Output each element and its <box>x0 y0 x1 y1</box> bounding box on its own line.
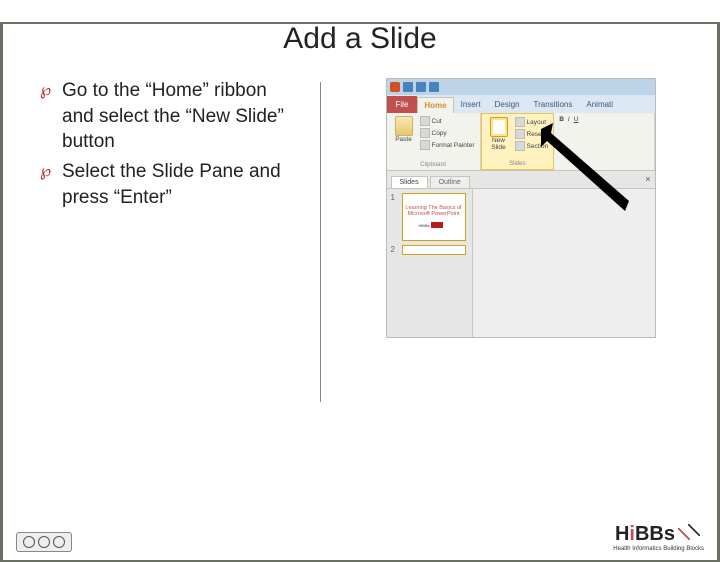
hibbs-tagline: Health Informatics Building Blocks <box>613 546 704 552</box>
thumb-number: 2 <box>391 245 399 255</box>
tab-insert[interactable]: Insert <box>454 96 488 113</box>
thumb-number: 1 <box>391 193 399 241</box>
paste-button[interactable]: Paste <box>392 116 416 144</box>
paste-label: Paste <box>395 137 412 144</box>
powerpoint-screenshot: File Home Insert Design Transitions Anim… <box>386 78 656 338</box>
group-clipboard: Paste Cut Copy Format Painter Clipboard <box>387 113 481 170</box>
copy-button[interactable]: Copy <box>420 128 475 138</box>
new-slide-button[interactable]: New Slide <box>487 117 511 151</box>
tab-home[interactable]: Home <box>417 97 453 113</box>
clipboard-group-label: Clipboard <box>392 162 475 168</box>
cc-license-badge <box>16 532 72 552</box>
new-slide-label: New Slide <box>491 138 505 151</box>
cut-button[interactable]: Cut <box>420 116 475 126</box>
italic-button[interactable]: I <box>568 116 570 123</box>
slide-thumb-2[interactable] <box>402 245 466 255</box>
ppt-orb-icon <box>390 82 400 92</box>
close-pane-icon[interactable]: × <box>645 174 650 184</box>
cc-sa-icon <box>53 536 65 548</box>
format-painter-button[interactable]: Format Painter <box>420 140 475 150</box>
ribbon: Paste Cut Copy Format Painter Clipboard <box>387 113 655 171</box>
new-slide-icon <box>490 117 508 137</box>
underline-button[interactable]: U <box>574 116 579 123</box>
tab-transitions[interactable]: Transitions <box>527 96 580 113</box>
quick-access-toolbar <box>387 79 655 95</box>
redo-icon <box>429 82 439 92</box>
format-painter-icon <box>420 140 430 150</box>
bold-button[interactable]: B <box>559 116 564 123</box>
thumb-title-line: Microsoft PowerPoint <box>408 211 460 217</box>
format-painter-label: Format Painter <box>432 142 475 149</box>
tab-file[interactable]: File <box>387 96 418 113</box>
section-label: Section <box>527 143 549 150</box>
outline-pane-tab[interactable]: Outline <box>430 176 470 188</box>
footer: HiBBs Health Informatics Building Blocks <box>16 523 704 552</box>
layout-label: Layout <box>527 119 547 126</box>
slide-pane-tabs: Slides Outline × <box>387 171 655 189</box>
thumb-hibbs-mark: HiBBs <box>419 221 449 229</box>
ribbon-tabs: File Home Insert Design Transitions Anim… <box>387 95 655 113</box>
hibbs-h: H <box>615 523 629 545</box>
layout-button[interactable]: Layout <box>515 117 549 127</box>
copy-icon <box>420 128 430 138</box>
slide-thumbnails[interactable]: 1 Learning The Basics of Microsoft Power… <box>387 189 473 337</box>
tab-design[interactable]: Design <box>488 96 527 113</box>
cc-by-icon <box>38 536 50 548</box>
hibbs-mark-icon <box>678 524 704 540</box>
group-font: B I U <box>554 113 654 170</box>
section-button[interactable]: Section <box>515 141 549 151</box>
layout-icon <box>515 117 525 127</box>
cut-icon <box>420 116 430 126</box>
reset-label: Reset <box>527 131 544 138</box>
bullet-item: Select the Slide Pane and press “Enter” <box>40 159 290 210</box>
hibbs-rest: BBs <box>635 523 675 545</box>
slide-pane-area: 1 Learning The Basics of Microsoft Power… <box>387 189 655 337</box>
thumb-row: 1 Learning The Basics of Microsoft Power… <box>391 193 468 241</box>
right-column: File Home Insert Design Transitions Anim… <box>351 78 690 438</box>
reset-button[interactable]: Reset <box>515 129 549 139</box>
group-slides: New Slide Layout Reset Section Slides <box>481 113 555 170</box>
slide-canvas <box>473 189 655 337</box>
copy-label: Copy <box>432 130 447 137</box>
paste-icon <box>395 116 413 136</box>
bullet-item: Go to the “Home” ribbon and select the “… <box>40 78 290 155</box>
section-icon <box>515 141 525 151</box>
slides-pane-tab[interactable]: Slides <box>391 176 428 188</box>
thumb-row: 2 <box>391 245 468 255</box>
slide-thumb-1[interactable]: Learning The Basics of Microsoft PowerPo… <box>402 193 466 241</box>
cc-icon <box>23 536 35 548</box>
tab-animations[interactable]: Animati <box>579 96 620 113</box>
bullet-list: Go to the “Home” ribbon and select the “… <box>40 78 290 210</box>
reset-icon <box>515 129 525 139</box>
hibbs-logo: HiBBs Health Informatics Building Blocks <box>613 523 704 552</box>
save-icon <box>403 82 413 92</box>
cut-label: Cut <box>432 118 442 125</box>
undo-icon <box>416 82 426 92</box>
slides-group-label: Slides <box>487 161 549 167</box>
